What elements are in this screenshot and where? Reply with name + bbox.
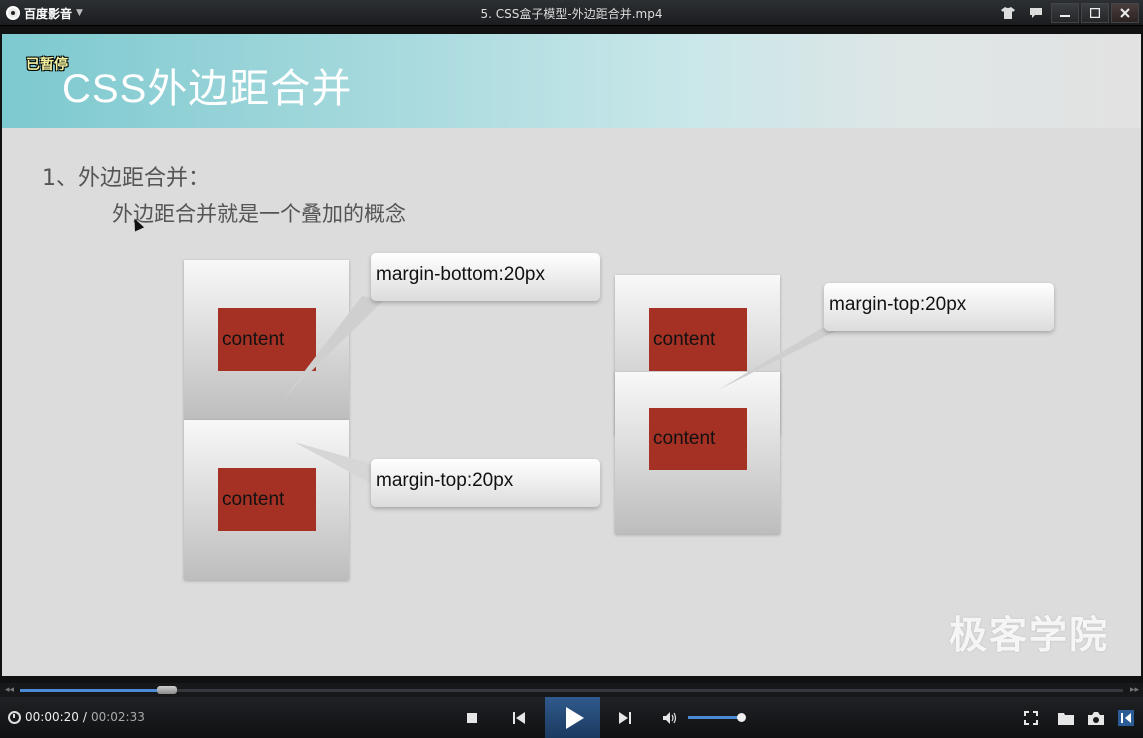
next-icon bbox=[619, 712, 631, 724]
open-folder-button[interactable] bbox=[1054, 705, 1078, 731]
window-controls bbox=[995, 2, 1139, 23]
total-time: 00:02:33 bbox=[90, 710, 145, 724]
seek-back-icon[interactable]: ◂◂ bbox=[5, 685, 14, 695]
time-display: 00:00:20 / 00:02:33 bbox=[8, 710, 145, 724]
volume-handle[interactable] bbox=[736, 713, 746, 722]
stop-button[interactable] bbox=[462, 705, 482, 731]
video-frame[interactable]: CSS外边距合并 已暂停 1、外边距合并： 外边距合并就是一个叠加的概念 con… bbox=[2, 34, 1141, 676]
fullscreen-button[interactable] bbox=[1020, 705, 1042, 731]
volume-icon bbox=[663, 712, 677, 724]
callout-tail-margin-top-right bbox=[718, 328, 842, 390]
title-bar: 百度影音 ▼ 5. CSS盒子模型-外边距合并.mp4 bbox=[0, 0, 1143, 26]
callout-margin-top-left: margin-top:20px bbox=[371, 459, 600, 507]
clock-icon bbox=[8, 710, 21, 724]
playlist-toggle-button[interactable] bbox=[1114, 705, 1138, 731]
volume-slider[interactable] bbox=[688, 713, 746, 722]
maximize-button[interactable] bbox=[1081, 2, 1109, 23]
mute-button[interactable] bbox=[660, 705, 682, 731]
next-button[interactable] bbox=[612, 705, 636, 731]
callout-margin-bottom: margin-bottom:20px bbox=[371, 253, 600, 301]
minimize-button[interactable] bbox=[1051, 2, 1079, 23]
folder-icon bbox=[1058, 712, 1074, 725]
callout-tails bbox=[284, 296, 842, 484]
camera-icon bbox=[1088, 711, 1104, 725]
skin-shirt-icon[interactable] bbox=[995, 2, 1021, 23]
seek-track[interactable] bbox=[20, 686, 1123, 694]
callout-tail-margin-top-left bbox=[294, 442, 372, 484]
volume-level-fill bbox=[688, 716, 742, 719]
previous-icon bbox=[513, 712, 525, 724]
stop-icon bbox=[467, 713, 477, 723]
message-bubble-icon[interactable] bbox=[1023, 2, 1049, 23]
play-button[interactable] bbox=[545, 697, 600, 738]
window-title: 5. CSS盒子模型-外边距合并.mp4 bbox=[480, 7, 663, 21]
seek-handle[interactable] bbox=[157, 686, 178, 694]
playlist-toggle-icon bbox=[1118, 710, 1134, 726]
fullscreen-icon bbox=[1024, 711, 1038, 725]
close-button[interactable] bbox=[1111, 2, 1139, 23]
time-separator: / bbox=[82, 710, 87, 724]
seek-progress-fill bbox=[20, 689, 164, 692]
callout-margin-top-right: margin-top:20px bbox=[824, 283, 1054, 331]
callout-tail-margin-bottom bbox=[284, 296, 384, 398]
previous-button[interactable] bbox=[508, 705, 532, 731]
current-time: 00:00:20 bbox=[25, 710, 79, 724]
jikexueyuan-watermark: 极客学院 bbox=[948, 613, 1109, 657]
player-controls: 00:00:20 / 00:02:33 bbox=[0, 697, 1143, 738]
seek-bar[interactable]: ◂◂ ▸▸ bbox=[0, 683, 1143, 697]
screenshot-button[interactable] bbox=[1084, 705, 1108, 731]
play-icon bbox=[565, 706, 584, 729]
seek-forward-icon[interactable]: ▸▸ bbox=[1130, 685, 1139, 695]
